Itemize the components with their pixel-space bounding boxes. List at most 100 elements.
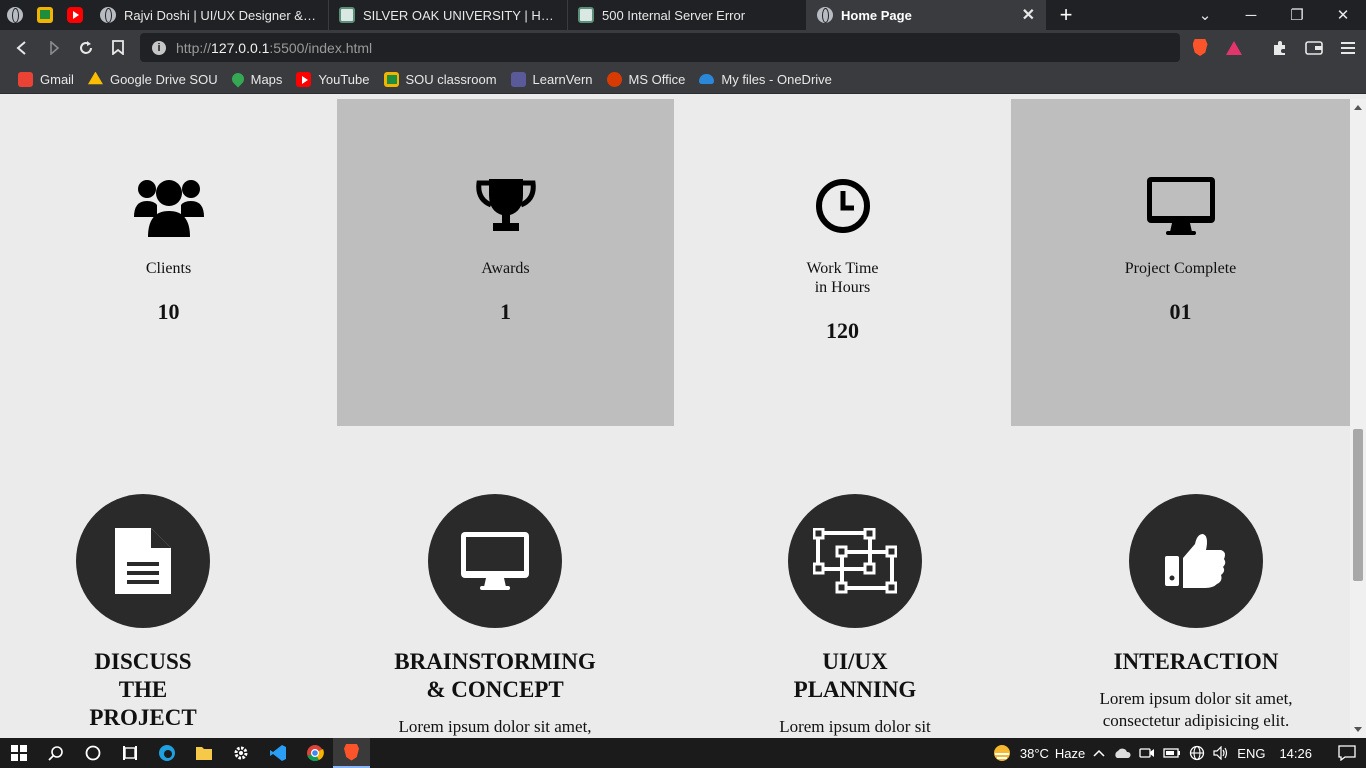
extensions-button[interactable]: [1265, 33, 1295, 63]
language-indicator[interactable]: ENG: [1237, 746, 1265, 761]
back-button[interactable]: [6, 32, 38, 64]
taskbar-chrome[interactable]: [296, 738, 333, 768]
bookmark-google-drive[interactable]: Google Drive SOU: [84, 71, 222, 87]
task-view-icon: [122, 746, 137, 760]
weather-text: Haze: [1054, 745, 1086, 761]
network-globe-icon[interactable]: [1189, 745, 1205, 761]
bookmark-gmail[interactable]: Gmail: [14, 71, 78, 87]
weather-widget[interactable]: 38°C Haze: [992, 744, 1085, 762]
step-icon-circle: [1129, 494, 1263, 628]
clock-icon: [808, 173, 878, 239]
back-arrow-icon: [16, 40, 26, 55]
search-button[interactable]: [37, 738, 74, 768]
pinned-tab-globe[interactable]: [0, 0, 30, 30]
brave-rewards-button[interactable]: [1219, 33, 1249, 63]
stat-card-work-time: Work Time in Hours 120: [674, 99, 1011, 426]
process-step-discuss: DISCUSS THE PROJECT: [0, 494, 293, 732]
scroll-up-arrow-icon[interactable]: [1354, 105, 1362, 110]
cortana-button[interactable]: [74, 738, 111, 768]
youtube-icon: [67, 7, 83, 23]
stat-label: Awards: [481, 260, 530, 277]
taskbar-brave[interactable]: [333, 738, 370, 768]
taskbar-vscode[interactable]: [259, 738, 296, 768]
system-tray: 38°C Haze ENG 14:26: [992, 738, 1366, 768]
taskbar-file-explorer[interactable]: [185, 738, 222, 768]
start-button[interactable]: [0, 738, 37, 768]
close-tab-icon[interactable]: ✕: [1022, 5, 1035, 25]
bookmark-maps[interactable]: Maps: [228, 70, 287, 88]
folder-icon: [195, 747, 212, 760]
battery-icon[interactable]: [1163, 747, 1181, 759]
tab-label: Home Page: [841, 7, 912, 23]
new-tab-button[interactable]: +: [1046, 2, 1086, 28]
bookmark-youtube[interactable]: YouTube: [292, 71, 373, 87]
bookmark-label: Google Drive SOU: [109, 71, 218, 87]
brave-shields-button[interactable]: [1185, 33, 1215, 63]
meet-now-icon[interactable]: [1139, 746, 1155, 760]
browser-tab-bar: Rajvi Doshi | UI/UX Designer & React D S…: [0, 0, 1366, 30]
restore-button[interactable]: ❐: [1274, 0, 1320, 30]
tab-silver-oak[interactable]: SILVER OAK UNIVERSITY | Home: [329, 0, 568, 30]
google-drive-icon: [87, 71, 103, 85]
step-icon-circle: [76, 494, 210, 628]
address-bar[interactable]: i http://127.0.0.1:5500/index.html: [140, 33, 1180, 62]
stat-value: 10: [157, 299, 180, 324]
scrollbar-thumb[interactable]: [1353, 429, 1363, 581]
bookmark-button[interactable]: [102, 32, 134, 64]
tab-home-page[interactable]: Home Page ✕: [807, 0, 1046, 30]
bookmark-icon: [112, 40, 124, 55]
bookmark-label: SOU classroom: [405, 71, 497, 87]
hamburger-menu-icon: [1341, 41, 1355, 54]
url-path: :5500/index.html: [269, 39, 373, 56]
gmail-icon: [18, 71, 33, 87]
volume-icon[interactable]: [1213, 746, 1229, 760]
step-title: DISCUSS THE PROJECT: [89, 649, 197, 730]
menu-button[interactable]: [1333, 33, 1363, 63]
bookmarks-bar: Gmail Google Drive SOU Maps YouTube SOU …: [0, 65, 1366, 94]
forward-button[interactable]: [38, 32, 70, 64]
site-info-icon[interactable]: i: [152, 40, 166, 55]
show-hidden-icons-chevron-icon[interactable]: [1093, 749, 1105, 757]
bookmark-sou-classroom[interactable]: SOU classroom: [380, 71, 501, 87]
notification-center-icon[interactable]: [1338, 745, 1356, 761]
bookmark-label: My files - OneDrive: [721, 71, 832, 87]
stat-card-projects: Project Complete 01: [1011, 99, 1350, 426]
process-step-interaction: INTERACTION Lorem ipsum dolor sit amet, …: [1046, 494, 1346, 732]
pinned-tab-youtube[interactable]: [60, 0, 90, 30]
clock-time[interactable]: 14:26: [1279, 746, 1312, 761]
task-view-button[interactable]: [111, 738, 148, 768]
sou-favicon: [578, 7, 594, 23]
bookmark-label: MS Office: [628, 71, 686, 87]
page-viewport: Clients 10 Awards 1 Work Time in Hours 1…: [0, 99, 1350, 738]
stat-label: Clients: [145, 260, 192, 277]
minimize-button[interactable]: ─: [1228, 0, 1274, 30]
process-section: DISCUSS THE PROJECT BRAINSTORMING & CONC…: [0, 494, 1350, 738]
taskbar-edge[interactable]: [148, 738, 185, 768]
bookmark-onedrive[interactable]: My files - OneDrive: [695, 72, 836, 87]
classroom-icon: [383, 71, 399, 87]
stat-label: Project Complete: [1124, 260, 1237, 277]
step-title: UI/UX PLANNING: [793, 649, 917, 702]
bookmark-learnvern[interactable]: LearnVern: [507, 71, 597, 87]
edge-icon: [158, 745, 175, 761]
close-window-button[interactable]: ✕: [1320, 0, 1366, 30]
windows-logo-icon: [10, 745, 27, 761]
tab-server-error[interactable]: 500 Internal Server Error: [568, 0, 807, 30]
process-step-planning: UI/UX PLANNING Lorem ipsum dolor sit: [705, 494, 1005, 738]
tab-portfolio[interactable]: Rajvi Doshi | UI/UX Designer & React D: [90, 0, 329, 30]
thumbs-up-icon: [1165, 534, 1226, 588]
reload-button[interactable]: [70, 32, 102, 64]
weather-temp: 38°C: [1019, 745, 1049, 761]
window-controls: ⌄ ─ ❐ ✕: [1182, 0, 1366, 30]
onedrive-tray-icon[interactable]: [1113, 748, 1131, 758]
pinned-tab-classroom[interactable]: [30, 0, 60, 30]
wallet-button[interactable]: [1299, 33, 1329, 63]
learnvern-icon: [510, 71, 526, 87]
page-scrollbar[interactable]: [1350, 99, 1366, 738]
taskbar-settings[interactable]: [222, 738, 259, 768]
scroll-down-arrow-icon[interactable]: [1354, 727, 1362, 732]
bookmark-ms-office[interactable]: MS Office: [603, 71, 690, 87]
tab-label: SILVER OAK UNIVERSITY | Home: [363, 7, 557, 23]
bookmark-label: Maps: [250, 71, 283, 87]
tab-search-chevron-icon[interactable]: ⌄: [1182, 0, 1228, 30]
